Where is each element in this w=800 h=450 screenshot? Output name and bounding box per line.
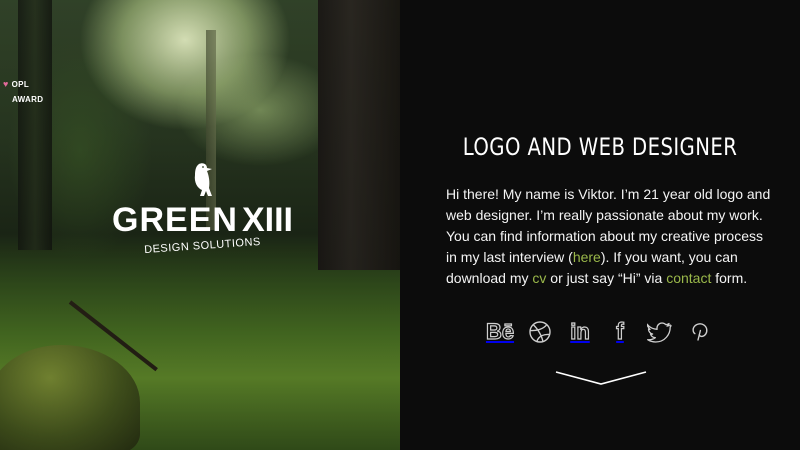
opl-award-badge[interactable]: ♥ OPL AWARD — [3, 79, 44, 105]
behance-icon[interactable]: Bē — [485, 318, 515, 345]
award-line-1: OPL — [11, 80, 30, 89]
hero-photo: ♥ OPL AWARD GREEN XIII DESIGN SOLUTIONS — [0, 0, 400, 450]
linkedin-icon[interactable]: in — [567, 318, 594, 345]
raven-icon — [194, 163, 212, 196]
social-links: Bē in f — [400, 317, 800, 345]
cv-link[interactable]: cv — [532, 270, 546, 286]
award-line-2: AWARD — [12, 95, 44, 104]
interview-link[interactable]: here — [573, 249, 601, 265]
intro-text-3: or just say “Hi” via — [546, 270, 667, 286]
green-xiii-logo[interactable]: GREEN XIII DESIGN SOLUTIONS — [112, 160, 293, 256]
facebook-glyph: f — [616, 317, 625, 344]
behance-glyph: Bē — [485, 318, 515, 344]
logo-numeral: XIII — [241, 201, 293, 239]
intro-text: Hi there! My name is Viktor. I’m 21 year… — [446, 184, 776, 289]
twitter-icon[interactable] — [647, 318, 674, 345]
heart-icon: ♥ — [3, 79, 9, 89]
logo-word: GREEN — [112, 201, 238, 239]
chevron-down-icon[interactable] — [555, 368, 647, 388]
about-panel: LOGO AND WEB DESIGNER Hi there! My name … — [400, 0, 800, 450]
page-title: LOGO AND WEB DESIGNER — [462, 133, 738, 161]
facebook-icon[interactable]: f — [607, 317, 634, 345]
pinterest-icon[interactable] — [687, 318, 714, 345]
contact-link[interactable]: contact — [666, 270, 711, 286]
linkedin-glyph: in — [570, 318, 591, 344]
intro-text-4: form. — [711, 270, 748, 286]
logo-wordmark: GREEN XIII — [112, 202, 293, 238]
dribbble-icon[interactable] — [527, 318, 554, 345]
